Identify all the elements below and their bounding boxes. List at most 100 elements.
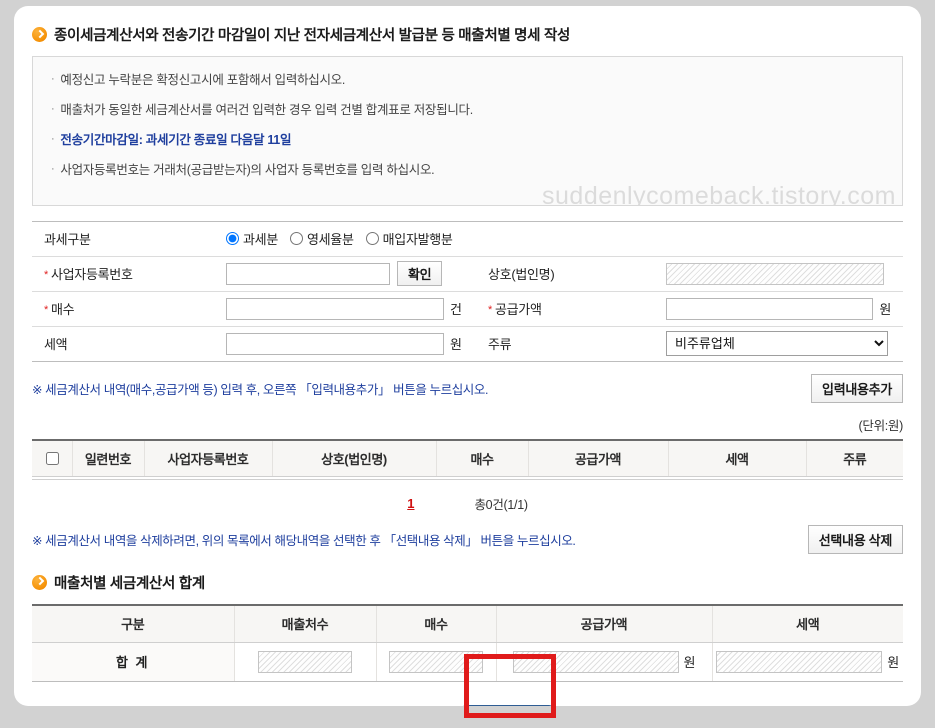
notice-text: 전송기간마감일: 과세기간 종료일 다음달 11일 [60, 133, 292, 148]
entry-list-table: 일련번호 사업자등록번호 상호(법인명) 매수 공급가액 세액 주류 [32, 438, 903, 480]
form-row-tax-amount: 세액 원 주류 비주류업체 주류업체 [32, 325, 904, 362]
add-row-help-row: ※ 세금계산서 내역(매수,공급가액 등) 입력 후, 오른쪽 「입력내용추가」… [32, 373, 903, 403]
summary-supply-value-input [512, 650, 679, 673]
bullet-dot-icon: · [51, 73, 55, 85]
card-inner: 종이세금계산서와 전송기간 마감일이 지난 전자세금계산서 발급분 등 매출처별… [14, 6, 921, 706]
summary-tax-amount-unit: 원 [887, 655, 900, 670]
count-unit-label: 건 [450, 302, 462, 317]
select-all-checkbox[interactable] [45, 451, 59, 465]
pager-page-1[interactable]: 1 [407, 496, 414, 511]
chevron-right-circle-icon [32, 574, 47, 590]
biz-no-input[interactable] [226, 262, 390, 285]
page-card: 종이세금계산서와 전송기간 마감일이 지난 전자세금계산서 발급분 등 매출처별… [14, 6, 921, 706]
previous-button[interactable]: 이전 [382, 705, 454, 706]
biz-no-confirm-button[interactable]: 확인 [397, 261, 443, 286]
company-name-input [666, 262, 884, 285]
summary-header-tax-amount: 세액 [711, 603, 903, 643]
label-count-text: 매수 [50, 302, 75, 317]
label-liquor: 주류 [476, 325, 654, 362]
label-count: * 매수 [32, 290, 214, 327]
delete-selected-button[interactable]: 선택내용 삭제 [807, 524, 903, 554]
notice-item-deadline: · 전송기간마감일: 과세기간 종료일 다음달 11일 [51, 131, 884, 149]
label-company-name: 상호(법인명) [476, 255, 654, 292]
radio-label-zero-rate: 영세율분 [306, 232, 354, 247]
notice-box: · 예정신고 누락분은 확정신고시에 포함해서 입력하십시오. · 매출처가 동… [32, 56, 903, 206]
summary-supply-value-unit: 원 [683, 655, 696, 670]
column-header-tax-amount: 세액 [667, 438, 806, 477]
column-header-liquor: 주류 [805, 438, 903, 477]
submit-button[interactable]: 입력완료 [462, 704, 553, 706]
add-entry-button[interactable]: 입력내용추가 [811, 373, 903, 403]
label-tax-type: 과세구분 [32, 220, 214, 257]
summary-total-row: 합 계 원 원 [32, 642, 903, 682]
summary-header-count: 매수 [375, 603, 496, 643]
empty-list-row [32, 476, 903, 480]
delete-help-row: ※ 세금계산서 내역을 삭제하려면, 위의 목록에서 해당내역을 선택한 후 「… [32, 524, 903, 554]
bullet-dot-icon: · [51, 163, 55, 176]
bullet-dot-icon: · [51, 103, 55, 116]
required-asterisk-icon: * [44, 304, 48, 316]
list-unit-note: (단위:원) [858, 418, 904, 433]
notice-item: · 매출처가 동일한 세금계산서를 여러건 입력한 경우 입력 건별 합계표로 … [51, 101, 884, 119]
column-header-serial-no: 일련번호 [71, 438, 144, 477]
select-all-header[interactable] [32, 438, 72, 477]
bullet-dot-icon: · [51, 133, 55, 146]
footer-button-bar: 이전 입력완료 [32, 704, 903, 706]
notice-item: · 예정신고 누락분은 확정신고시에 포함해서 입력하십시오. [51, 71, 884, 89]
list-header-row: 일련번호 사업자등록번호 상호(법인명) 매수 공급가액 세액 주류 [32, 438, 903, 477]
entry-list-body [32, 476, 903, 480]
radio-label-taxable: 과세분 [243, 232, 278, 247]
form-row-biz-no: * 사업자등록번호 확인 상호(법인명) [32, 255, 904, 292]
summary-count-input [389, 650, 483, 673]
radio-option-taxable[interactable]: 과세분 [226, 229, 278, 248]
count-input[interactable] [226, 297, 444, 320]
label-biz-no-text: 사업자등록번호 [50, 267, 133, 282]
notice-item: · 사업자등록번호는 거래처(공급받는자)의 사업자 등록번호를 입력 하십시오… [51, 161, 884, 179]
form-row-count: * 매수 건 * 공급가액 원 [32, 290, 904, 327]
supply-value-input[interactable] [666, 297, 874, 320]
pager-total-count: 총0건(1/1) [474, 497, 528, 512]
label-supply-value-text: 공급가액 [494, 302, 542, 317]
entry-form-table: 과세구분 과세분 영세율분 매입자발행분 * 사업자등록번호 확인 상호(법인명… [32, 220, 904, 362]
summary-table: 구분 매출처수 매수 공급가액 세액 합 계 원 원 [32, 603, 903, 682]
supply-value-unit-label: 원 [879, 302, 892, 317]
column-header-company-name: 상호(법인명) [271, 438, 436, 477]
list-pager: 1 총0건(1/1) [32, 494, 903, 513]
column-header-biz-no: 사업자등록번호 [143, 438, 272, 477]
notice-text: 매출처가 동일한 세금계산서를 여러건 입력한 경우 입력 건별 합계표로 저장… [60, 103, 473, 118]
radio-option-zero-rate[interactable]: 영세율분 [289, 229, 354, 248]
required-asterisk-icon: * [488, 304, 492, 316]
summary-header-supply-value: 공급가액 [495, 603, 712, 643]
notice-text: 예정신고 누락분은 확정신고시에 포함해서 입력하십시오. [60, 73, 346, 87]
summary-header-category: 구분 [32, 603, 234, 643]
delete-help-text: ※ 세금계산서 내역을 삭제하려면, 위의 목록에서 해당내역을 선택한 후 「… [32, 533, 576, 548]
page-title: 종이세금계산서와 전송기간 마감일이 지난 전자세금계산서 발급분 등 매출처별… [54, 28, 571, 44]
form-row-tax-type: 과세구분 과세분 영세율분 매입자발행분 [32, 220, 904, 257]
column-header-supply-value: 공급가액 [527, 438, 668, 477]
summary-tax-amount-input [716, 650, 883, 673]
radio-input-zero-rate[interactable] [289, 232, 303, 245]
summary-section-heading: 매출처별 세금계산서 합계 [32, 572, 903, 593]
liquor-select[interactable]: 비주류업체 주류업체 [666, 331, 888, 356]
notice-text: 사업자등록번호는 거래처(공급받는자)의 사업자 등록번호를 입력 하십시오. [60, 163, 435, 178]
tax-type-radio-group[interactable]: 과세분 영세율분 매입자발행분 [226, 229, 891, 248]
required-asterisk-icon: * [44, 269, 48, 281]
summary-header-seller-count: 매출처수 [233, 603, 376, 643]
radio-input-buyer-issued[interactable] [365, 232, 379, 245]
radio-option-buyer-issued[interactable]: 매입자발행분 [365, 229, 453, 248]
summary-title: 매출처별 세금계산서 합계 [54, 575, 205, 592]
add-row-help-text: ※ 세금계산서 내역(매수,공급가액 등) 입력 후, 오른쪽 「입력내용추가」… [32, 382, 489, 397]
watermark: suddenlycomeback.tistory.com [542, 181, 896, 206]
tax-amount-input[interactable] [226, 332, 444, 355]
label-biz-no: * 사업자등록번호 [32, 255, 214, 292]
summary-header-row: 구분 매출처수 매수 공급가액 세액 [32, 603, 903, 643]
summary-seller-count-input [258, 650, 352, 673]
radio-label-buyer-issued: 매입자발행분 [382, 232, 453, 247]
label-supply-value: * 공급가액 [476, 290, 654, 327]
radio-input-taxable[interactable] [226, 232, 239, 245]
chevron-right-circle-icon [32, 27, 47, 42]
column-header-count: 매수 [435, 438, 528, 477]
summary-row-label: 합 계 [32, 642, 234, 682]
tax-amount-unit-label: 원 [450, 337, 462, 352]
main-section-heading: 종이세금계산서와 전송기간 마감일이 지난 전자세금계산서 발급분 등 매출처별… [32, 24, 903, 45]
